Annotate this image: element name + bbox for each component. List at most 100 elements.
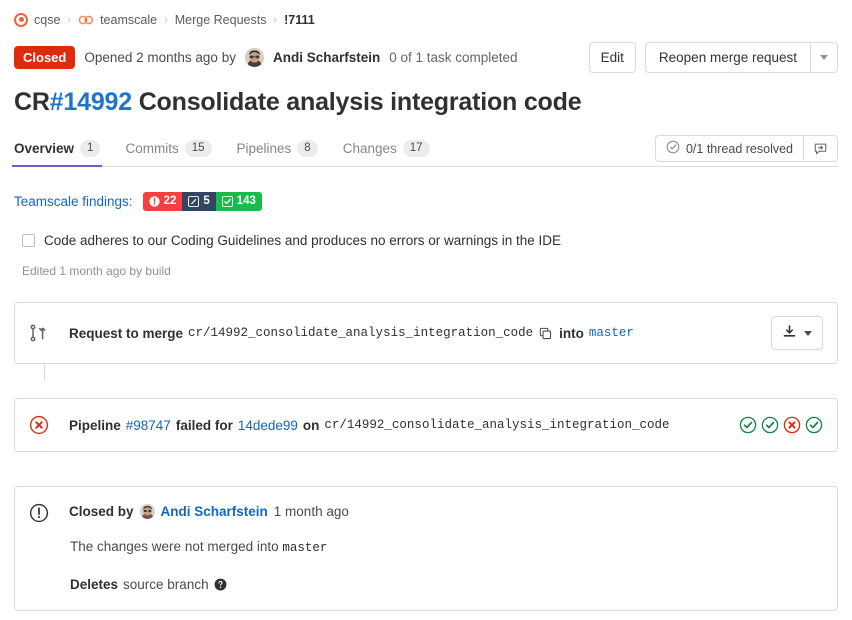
reopen-split-button: Reopen merge request (645, 42, 838, 73)
title-number: #14992 (50, 88, 132, 116)
breadcrumb-item-merge-requests[interactable]: Merge Requests (175, 13, 267, 27)
closed-by-line: Closed by Andi Scharfstein 1 month ago (69, 504, 823, 519)
closed-widget: Closed by Andi Scharfstein 1 month ago (14, 486, 838, 611)
findings-badge-resolved[interactable]: 143 (216, 192, 262, 211)
merge-widget: Request to merge cr/14992_consolidate_an… (14, 302, 838, 364)
breadcrumb-separator: › (66, 14, 72, 26)
merge-into-label: into (559, 326, 584, 341)
pipeline-widget-body: Pipeline #98747 failed for 14dede99 on c… (69, 418, 739, 433)
closed-widget-body: Closed by Andi Scharfstein 1 month ago (69, 503, 823, 592)
download-dropdown-button[interactable] (771, 316, 823, 350)
findings-badges[interactable]: 22 5 143 (143, 192, 262, 211)
avatar (140, 504, 155, 519)
question-circle-icon[interactable] (214, 578, 227, 591)
deletes-source-branch-line: Deletes source branch (69, 577, 823, 592)
author-link[interactable]: Andi Scharfstein (273, 50, 380, 65)
check-icon (222, 196, 233, 207)
stage-passed-icon[interactable] (805, 416, 823, 434)
chevron-down-icon (804, 331, 812, 336)
tab-count: 8 (297, 140, 317, 157)
pipeline-label: Pipeline (69, 418, 121, 433)
deletes-text: source branch (123, 577, 209, 592)
page-title: CR#14992 Consolidate analysis integratio… (14, 86, 838, 118)
pipeline-id-link[interactable]: #98747 (126, 418, 171, 433)
tab-label: Pipelines (237, 141, 292, 156)
stage-failed-icon[interactable] (783, 416, 801, 434)
tab-label: Commits (125, 141, 178, 156)
copy-icon[interactable] (539, 327, 552, 340)
merge-prefix: Request to merge (69, 326, 183, 341)
error-icon (149, 196, 160, 207)
tab-count: 17 (403, 140, 430, 157)
title-prefix: CR (14, 88, 50, 116)
findings-label: Teamscale findings: (14, 194, 133, 209)
task-label: Code adheres to our Coding Guidelines an… (44, 233, 561, 248)
merge-request-widgets: Request to merge cr/14992_consolidate_an… (14, 302, 838, 611)
closed-icon (29, 503, 69, 523)
pipeline-failed-icon (29, 415, 69, 435)
title-text: Consolidate analysis integration code (132, 88, 581, 116)
findings-badge-errors[interactable]: 22 (143, 192, 183, 211)
breadcrumb-item-teamscale[interactable]: teamscale (100, 13, 157, 27)
findings-badge-modified[interactable]: 5 (182, 192, 215, 211)
tab-pipelines[interactable]: Pipelines 8 (237, 131, 331, 166)
commit-sha-link[interactable]: 14dede99 (238, 418, 298, 433)
opened-text: Opened 2 months ago by (84, 50, 236, 65)
thread-resolve-widget: 0/1 thread resolved (655, 135, 838, 162)
check-circle-icon (666, 140, 680, 157)
breadcrumb-item-cqse[interactable]: cqse (34, 13, 60, 27)
tabs: Overview 1 Commits 15 Pipelines 8 Change… (14, 131, 455, 166)
not-merged-prefix: The changes were not merged into (70, 539, 282, 554)
closed-by-label: Closed by (69, 504, 134, 519)
task-completion-text: 0 of 1 task completed (389, 50, 517, 65)
breadcrumb-separator: › (272, 14, 278, 26)
stage-passed-icon[interactable] (739, 416, 757, 434)
tab-count: 15 (185, 140, 212, 157)
pipeline-status: failed for (176, 418, 233, 433)
edited-note: Edited 1 month ago by build (14, 264, 838, 278)
source-branch: cr/14992_consolidate_analysis_integratio… (188, 326, 533, 340)
teamscale-logo-icon (78, 13, 94, 27)
pipeline-widget: Pipeline #98747 failed for 14dede99 on c… (14, 398, 838, 452)
tab-changes[interactable]: Changes 17 (343, 131, 443, 166)
edit-button[interactable]: Edit (589, 42, 636, 73)
merge-widget-body: Request to merge cr/14992_consolidate_an… (69, 326, 771, 341)
tab-bar: Overview 1 Commits 15 Pipelines 8 Change… (14, 132, 838, 167)
stage-passed-icon[interactable] (761, 416, 779, 434)
not-merged-branch: master (282, 541, 327, 555)
deletes-label: Deletes (70, 577, 118, 592)
tab-overview[interactable]: Overview 1 (14, 131, 113, 166)
breadcrumb-item-current[interactable]: !7111 (284, 13, 315, 27)
thread-status: 0/1 thread resolved (655, 135, 804, 162)
findings-count: 143 (237, 195, 256, 207)
pencil-icon (188, 196, 199, 207)
merge-request-page: cqse › teamscale › Merge Requests › !711… (0, 0, 852, 620)
pipeline-on-label: on (303, 418, 320, 433)
tab-commits[interactable]: Commits 15 (125, 131, 224, 166)
download-icon (782, 324, 797, 342)
target-branch-link[interactable]: master (589, 326, 634, 340)
teamscale-findings-row: Teamscale findings: 22 5 (14, 189, 838, 213)
chevron-down-icon (820, 55, 828, 60)
closed-time: 1 month ago (274, 504, 349, 519)
reopen-merge-request-button[interactable]: Reopen merge request (645, 42, 811, 73)
tab-count: 1 (80, 140, 100, 157)
thread-status-label: 0/1 thread resolved (686, 142, 793, 156)
breadcrumb: cqse › teamscale › Merge Requests › !711… (14, 0, 838, 32)
findings-count: 22 (164, 195, 177, 207)
status-badge: Closed (14, 46, 75, 69)
cqse-logo-icon (14, 13, 28, 27)
findings-count: 5 (203, 195, 209, 207)
merge-request-status-row: Closed Opened 2 months ago by Andi Schar… (14, 40, 838, 74)
tab-label: Changes (343, 141, 397, 156)
avatar (245, 48, 264, 67)
breadcrumb-separator: › (163, 14, 169, 26)
next-unresolved-thread-icon[interactable] (804, 135, 838, 162)
task-checkbox[interactable] (22, 234, 35, 247)
not-merged-text: The changes were not merged into master (69, 539, 823, 555)
merge-request-icon (29, 323, 69, 343)
tab-label: Overview (14, 141, 74, 156)
task-list-item: Code adheres to our Coding Guidelines an… (14, 233, 838, 248)
closed-by-author-link[interactable]: Andi Scharfstein (161, 504, 268, 519)
reopen-dropdown-button[interactable] (810, 42, 838, 73)
